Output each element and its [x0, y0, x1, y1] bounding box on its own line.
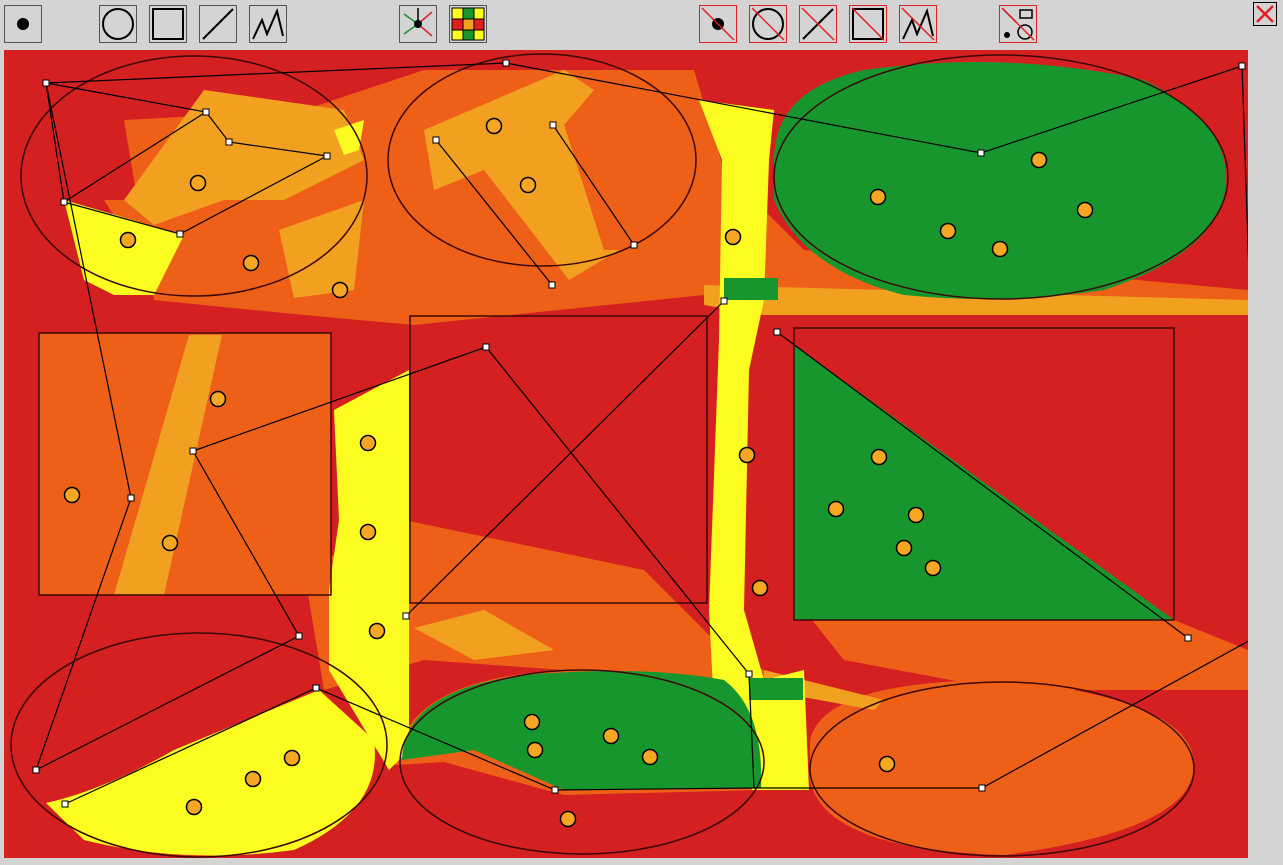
data-point: [209, 390, 227, 408]
data-point: [283, 749, 301, 767]
crossed-square-icon: [851, 7, 885, 41]
rectangle-tool-button[interactable]: [149, 5, 187, 43]
crossed-line-icon: [801, 7, 835, 41]
point-tool-button[interactable]: [4, 5, 42, 43]
delete-rectangle-tool-button[interactable]: [849, 5, 887, 43]
data-point: [359, 523, 377, 541]
data-point: [1030, 151, 1048, 169]
nearest-neighbor-tool-button[interactable]: [399, 5, 437, 43]
crossed-point-icon: [701, 7, 735, 41]
data-point: [523, 713, 541, 731]
color-grid-tool-button[interactable]: [449, 5, 487, 43]
circle-icon: [102, 8, 134, 40]
data-point: [368, 622, 386, 640]
toolbar: [0, 0, 1283, 50]
data-point: [602, 727, 620, 745]
polyline-icon: [252, 7, 284, 40]
close-icon: [1256, 5, 1274, 23]
line-icon: [202, 8, 234, 40]
line-tool-button[interactable]: [199, 5, 237, 43]
polyline-tool-button[interactable]: [249, 5, 287, 43]
data-point: [1076, 201, 1094, 219]
nearest-neighbor-icon: [403, 8, 433, 37]
data-point: [189, 174, 207, 192]
data-point: [869, 188, 887, 206]
clear-shapes-icon: [1001, 7, 1035, 41]
data-point: [63, 486, 81, 504]
data-point: [485, 117, 503, 135]
data-point: [185, 798, 203, 816]
crossed-circle-icon: [751, 7, 785, 41]
data-point: [244, 770, 262, 788]
data-point: [895, 539, 913, 557]
data-point: [331, 281, 349, 299]
delete-circle-tool-button[interactable]: [749, 5, 787, 43]
delete-polyline-tool-button[interactable]: [899, 5, 937, 43]
data-point: [991, 240, 1009, 258]
data-point: [924, 559, 942, 577]
data-point: [738, 446, 756, 464]
delete-line-tool-button[interactable]: [799, 5, 837, 43]
circle-tool-button[interactable]: [99, 5, 137, 43]
data-point: [939, 222, 957, 240]
data-point: [878, 755, 896, 773]
data-point: [359, 434, 377, 452]
square-icon: [152, 8, 184, 40]
data-point: [242, 254, 260, 272]
data-point: [724, 228, 742, 246]
delete-point-tool-button[interactable]: [699, 5, 737, 43]
data-point: [827, 500, 845, 518]
data-point: [751, 579, 769, 597]
crossed-polyline-icon: [901, 7, 935, 41]
data-point: [559, 810, 577, 828]
drawing-canvas[interactable]: [4, 50, 1248, 858]
data-point: [870, 448, 888, 466]
data-point: [641, 748, 659, 766]
data-point: [526, 741, 544, 759]
clear-all-tool-button[interactable]: [999, 5, 1037, 43]
classification-map: [4, 50, 1248, 858]
color-grid-icon: [451, 7, 485, 41]
data-point: [161, 534, 179, 552]
point-icon: [17, 18, 29, 30]
close-button[interactable]: [1253, 2, 1277, 26]
data-point: [119, 231, 137, 249]
data-point: [907, 506, 925, 524]
data-point: [519, 176, 537, 194]
